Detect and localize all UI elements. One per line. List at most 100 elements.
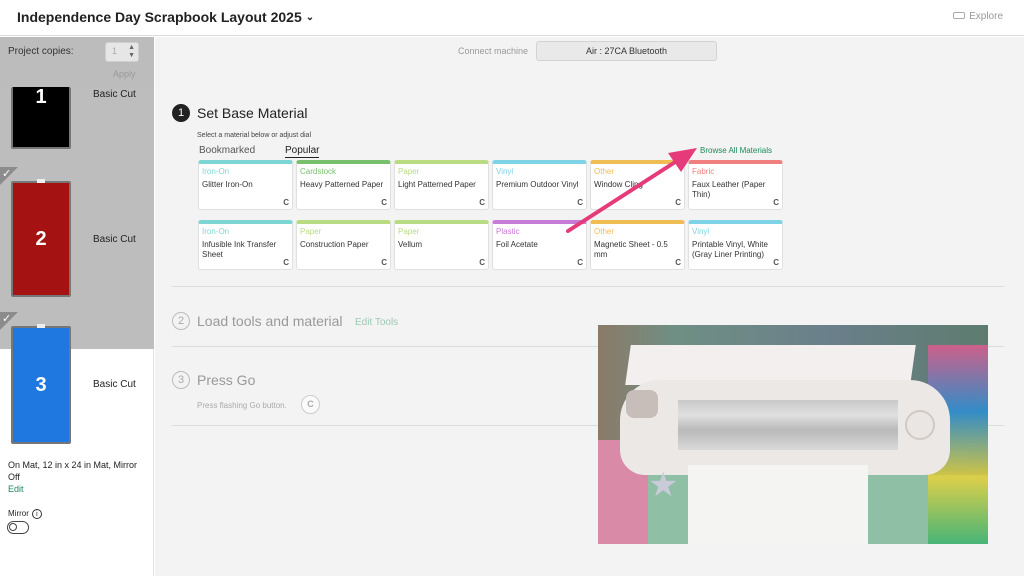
- material-name: Glitter Iron-On: [202, 180, 253, 189]
- project-title-text: Independence Day Scrapbook Layout 2025: [17, 9, 302, 25]
- machine-rail: [678, 400, 898, 450]
- material-name: Light Patterned Paper: [398, 180, 476, 189]
- mat-number: 1: [35, 85, 47, 108]
- mat-edit-link[interactable]: Edit: [8, 484, 24, 494]
- material-card[interactable]: Iron-On Infusible Ink Transfer Sheet C: [198, 220, 293, 270]
- mat-tab: [37, 179, 45, 183]
- material-card[interactable]: Vinyl Printable Vinyl, White (Gray Liner …: [688, 220, 783, 270]
- divider: [172, 286, 1004, 287]
- make-screen-main: Connect machine Air : 27CA Bluetooth 1 S…: [155, 37, 1024, 576]
- material-category: Cardstock: [300, 167, 337, 176]
- material-card[interactable]: Plastic Foil Acetate C: [492, 220, 587, 270]
- cricut-mark-icon: C: [381, 198, 387, 207]
- material-card[interactable]: Paper Vellum C: [394, 220, 489, 270]
- mat-thumbnail[interactable]: 1: [11, 85, 71, 149]
- mat-item-2[interactable]: 2 Basic Cut: [0, 177, 154, 299]
- material-category: Fabric: [692, 167, 715, 176]
- info-icon[interactable]: i: [31, 509, 42, 519]
- browse-all-materials-link[interactable]: Browse All Materials: [700, 146, 772, 155]
- mat-label: Basic Cut: [93, 89, 136, 100]
- material-name: Printable Vinyl, White (Gray Liner Print…: [692, 240, 768, 259]
- material-name: Construction Paper: [300, 240, 369, 249]
- material-card[interactable]: Paper Construction Paper C: [296, 220, 391, 270]
- machine-dial: [905, 410, 935, 440]
- project-copies-panel: Project copies: 1 ▲ ▼ Apply: [0, 37, 154, 87]
- material-category: Other: [594, 167, 615, 176]
- cricut-mark-icon: C: [773, 198, 779, 207]
- machine-tray: [688, 465, 868, 544]
- material-card[interactable]: Other Window Cling C: [590, 160, 685, 210]
- mat-tab: [37, 324, 45, 328]
- edit-tools-link[interactable]: Edit Tools: [355, 317, 398, 328]
- cutting-machine-video: ★: [598, 325, 988, 544]
- material-card[interactable]: Vinyl Premium Outdoor Vinyl C: [492, 160, 587, 210]
- cricut-mark-icon: C: [479, 258, 485, 267]
- mat-number: 2: [35, 227, 47, 250]
- material-category: Paper: [398, 167, 420, 176]
- material-name: Premium Outdoor Vinyl: [496, 180, 579, 189]
- mirror-label: Mirror: [8, 509, 29, 518]
- mat-thumbnail[interactable]: 3: [11, 324, 71, 444]
- material-category: Paper: [398, 227, 420, 236]
- apply-button[interactable]: Apply: [113, 69, 136, 79]
- stepper-arrows-icon[interactable]: ▲ ▼: [128, 44, 135, 60]
- step-3-badge: 3: [172, 371, 190, 389]
- cricut-mark-icon: C: [675, 258, 681, 267]
- go-button-icon: C: [301, 395, 320, 414]
- material-name: Window Cling: [594, 180, 643, 189]
- mat-number: 3: [35, 373, 47, 396]
- material-category: Iron-On: [202, 227, 230, 236]
- material-name: Infusible Ink Transfer Sheet: [202, 240, 277, 259]
- connect-machine-button[interactable]: Air : 27CA Bluetooth: [536, 41, 717, 61]
- project-copies-label: Project copies:: [8, 46, 74, 57]
- material-category: Other: [594, 227, 615, 236]
- tab-bookmarked[interactable]: Bookmarked: [199, 145, 255, 156]
- step-3-title: Press Go: [197, 372, 256, 388]
- material-name: Faux Leather (Paper Thin): [692, 180, 766, 199]
- step-1-subtitle: Select a material below or adjust dial: [197, 132, 312, 139]
- cricut-mark-icon: C: [577, 258, 583, 267]
- mirror-toggle[interactable]: [7, 521, 29, 534]
- material-name: Magnetic Sheet - 0.5 mm: [594, 240, 668, 259]
- material-name: Foil Acetate: [496, 240, 538, 249]
- material-card[interactable]: Fabric Faux Leather (Paper Thin) C: [688, 160, 783, 210]
- mat-sidebar: Project copies: 1 ▲ ▼ Apply 1 Basic Cut ✓…: [0, 37, 154, 576]
- step-2-title: Load tools and material: [197, 313, 343, 329]
- connect-machine-label: Connect machine: [458, 46, 529, 56]
- chevron-down-icon[interactable]: ⌄: [306, 12, 314, 23]
- material-category: Paper: [300, 227, 322, 236]
- step-1-badge: 1: [172, 104, 190, 122]
- toggle-knob: [9, 523, 17, 531]
- step-2-badge: 2: [172, 312, 190, 330]
- material-card[interactable]: Other Magnetic Sheet - 0.5 mm C: [590, 220, 685, 270]
- star-decoration-icon: ★: [648, 466, 679, 504]
- mirror-label-row: Mirror i: [8, 509, 42, 519]
- material-name: Heavy Patterned Paper: [300, 180, 384, 189]
- cricut-mark-icon: C: [283, 198, 289, 207]
- mat-info-text: On Mat, 12 in x 24 in Mat, Mirror Off: [8, 460, 138, 482]
- machine-cup-holder: [626, 390, 658, 418]
- material-category: Iron-On: [202, 167, 230, 176]
- top-bar: Independence Day Scrapbook Layout 2025 ⌄ …: [0, 0, 1024, 36]
- mat-thumbnail[interactable]: 2: [11, 179, 71, 297]
- material-category: Vinyl: [496, 167, 514, 176]
- cricut-mark-icon: C: [479, 198, 485, 207]
- explore-button[interactable]: Explore: [953, 11, 1003, 22]
- step-1-title: Set Base Material: [197, 105, 308, 121]
- mat-item-1[interactable]: 1 Basic Cut: [0, 85, 154, 157]
- step-3-subtitle: Press flashing Go button.: [197, 401, 287, 410]
- machine-lid: [625, 345, 916, 385]
- mat-item-3[interactable]: 3 Basic Cut: [0, 322, 154, 447]
- mat-label: Basic Cut: [93, 234, 136, 245]
- explore-icon: [953, 12, 966, 19]
- cricut-mark-icon: C: [773, 258, 779, 267]
- material-card[interactable]: Paper Light Patterned Paper C: [394, 160, 489, 210]
- project-copies-input[interactable]: 1 ▲ ▼: [105, 42, 139, 62]
- material-name: Vellum: [398, 240, 423, 249]
- cricut-mark-icon: C: [283, 258, 289, 267]
- tab-popular[interactable]: Popular: [285, 145, 320, 158]
- project-title[interactable]: Independence Day Scrapbook Layout 2025 ⌄: [17, 9, 314, 25]
- material-card[interactable]: Iron-On Glitter Iron-On C: [198, 160, 293, 210]
- material-card[interactable]: Cardstock Heavy Patterned Paper C: [296, 160, 391, 210]
- material-category: Plastic: [496, 227, 520, 236]
